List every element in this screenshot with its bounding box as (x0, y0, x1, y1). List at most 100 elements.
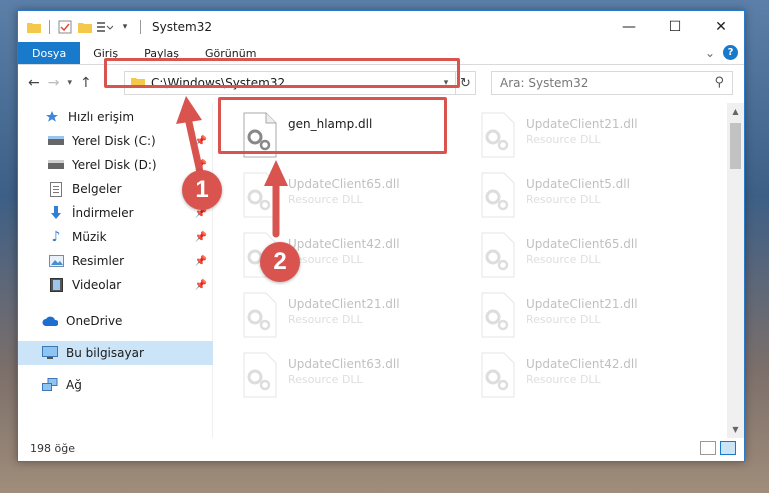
customize-icon[interactable] (97, 19, 113, 35)
expand-ribbon-icon[interactable]: ⌄ (705, 46, 715, 60)
file-name: UpdateClient5.dll (526, 177, 630, 191)
nav-label: Bu bilgisayar (66, 346, 144, 360)
nav-item-pictures[interactable]: Resimler 📌 (18, 249, 213, 273)
music-icon: ♪ (51, 229, 61, 245)
title-bar: ▾ System32 — ☐ ✕ (18, 11, 744, 42)
file-name: UpdateClient21.dll (526, 117, 638, 131)
pictures-icon (48, 253, 64, 269)
file-name: UpdateClient21.dll (526, 297, 638, 311)
file-name: UpdateClient65.dll (288, 177, 400, 191)
file-name: UpdateClient65.dll (526, 237, 638, 251)
title-divider (140, 19, 141, 34)
file-name: UpdateClient42.dll (288, 237, 400, 251)
file-item[interactable]: UpdateClient5.dll Resource DLL (478, 171, 708, 227)
file-name: UpdateClient42.dll (526, 357, 638, 371)
file-meta: UpdateClient21.dll Resource DLL (526, 291, 638, 347)
back-icon[interactable]: ← (28, 75, 40, 91)
nav-item-videos[interactable]: Videolar 📌 (18, 273, 213, 297)
nav-label: Hızlı erişim (68, 110, 135, 124)
file-meta: UpdateClient63.dll Resource DLL (288, 351, 400, 407)
scrollbar-thumb[interactable] (730, 123, 741, 169)
navigation-pane: Hızlı erişim Yerel Disk (C:) 📌 Yerel Dis… (18, 103, 213, 438)
nav-label: Yerel Disk (C:) (72, 134, 156, 148)
pin-icon[interactable]: 📌 (195, 280, 207, 291)
item-count: 198 öğe (30, 442, 75, 455)
drive-icon (48, 157, 64, 173)
nav-item-onedrive[interactable]: OneDrive (18, 309, 213, 333)
nav-item-network[interactable]: Ağ (18, 373, 213, 397)
computer-icon (42, 345, 58, 361)
file-type: Resource DLL (526, 133, 601, 146)
address-highlight-box (104, 58, 460, 88)
pin-icon[interactable]: 📌 (195, 256, 207, 267)
recent-locations-icon[interactable]: ▾ (67, 78, 72, 88)
dll-file-icon (243, 292, 277, 338)
view-switcher (700, 441, 736, 455)
nav-item-downloads[interactable]: İndirmeler 📌 (18, 201, 213, 225)
file-item[interactable]: UpdateClient63.dll Resource DLL (240, 351, 470, 407)
drive-icon (48, 133, 64, 149)
nav-label: Videolar (72, 278, 122, 292)
qat-dropdown-icon[interactable]: ▾ (117, 19, 133, 35)
forward-icon[interactable]: → (48, 75, 60, 91)
step-marker-1: 1 (182, 170, 222, 210)
search-placeholder: Ara: System32 (500, 76, 589, 90)
tiles-view-icon[interactable] (720, 441, 736, 455)
dll-file-icon (243, 172, 277, 218)
file-item[interactable]: UpdateClient21.dll Resource DLL (478, 111, 708, 167)
file-type: Resource DLL (288, 373, 363, 386)
network-icon (42, 377, 58, 393)
up-icon[interactable]: ↑ (80, 75, 92, 91)
file-type: Resource DLL (526, 253, 601, 266)
scroll-up-icon[interactable]: ▲ (727, 103, 744, 120)
file-meta: UpdateClient65.dll Resource DLL (288, 171, 400, 227)
nav-item-local-disk-c[interactable]: Yerel Disk (C:) 📌 (18, 129, 213, 153)
window-title: System32 (152, 19, 213, 34)
search-input[interactable]: Ara: System32 ⚲ (491, 71, 733, 95)
file-item[interactable]: UpdateClient42.dll Resource DLL (478, 351, 708, 407)
nav-item-local-disk-d[interactable]: Yerel Disk (D:) 📌 (18, 153, 213, 177)
properties-icon[interactable] (57, 19, 73, 35)
file-item[interactable]: UpdateClient21.dll Resource DLL (240, 291, 470, 347)
status-bar: 198 öğe (18, 436, 744, 461)
ribbon-right: ⌄ ? (705, 45, 738, 60)
dll-file-icon (481, 292, 515, 338)
file-meta: UpdateClient42.dll Resource DLL (526, 351, 638, 407)
nav-item-music[interactable]: ♪ Müzik 📌 (18, 225, 213, 249)
step-marker-2: 2 (260, 242, 300, 282)
minimize-button[interactable]: — (606, 11, 652, 42)
file-type: Resource DLL (526, 373, 601, 386)
nav-label: Ağ (66, 378, 82, 392)
new-folder-icon[interactable] (77, 19, 93, 35)
pin-icon[interactable]: 📌 (195, 232, 207, 243)
dll-file-icon (481, 232, 515, 278)
file-meta: UpdateClient65.dll Resource DLL (526, 231, 638, 287)
download-icon (48, 205, 64, 221)
tab-file[interactable]: Dosya (18, 42, 81, 64)
dll-file-icon (481, 172, 515, 218)
navigation-buttons: ← → ▾ ↑ (18, 75, 92, 91)
details-view-icon[interactable] (700, 441, 716, 455)
vertical-scrollbar[interactable]: ▲ ▼ (727, 103, 744, 438)
nav-label: Resimler (72, 254, 125, 268)
window-controls: — ☐ ✕ (606, 11, 744, 42)
pin-icon[interactable]: 📌 (195, 160, 207, 171)
file-item[interactable]: UpdateClient65.dll Resource DLL (478, 231, 708, 287)
file-name: UpdateClient21.dll (288, 297, 400, 311)
file-type: Resource DLL (288, 193, 363, 206)
file-highlight-box (218, 97, 447, 154)
help-icon[interactable]: ? (723, 45, 738, 60)
nav-label: İndirmeler (72, 206, 134, 220)
maximize-button[interactable]: ☐ (652, 11, 698, 42)
pin-icon[interactable]: 📌 (195, 136, 207, 147)
file-name: UpdateClient63.dll (288, 357, 400, 371)
file-item[interactable]: UpdateClient21.dll Resource DLL (478, 291, 708, 347)
nav-label: Müzik (72, 230, 107, 244)
nav-item-quick-access[interactable]: Hızlı erişim (18, 105, 213, 129)
close-button[interactable]: ✕ (698, 11, 744, 42)
file-item[interactable]: UpdateClient65.dll Resource DLL (240, 171, 470, 227)
file-meta: UpdateClient21.dll Resource DLL (526, 111, 638, 167)
nav-item-this-pc[interactable]: Bu bilgisayar (18, 341, 213, 365)
cloud-icon (42, 313, 58, 329)
file-meta: UpdateClient21.dll Resource DLL (288, 291, 400, 347)
